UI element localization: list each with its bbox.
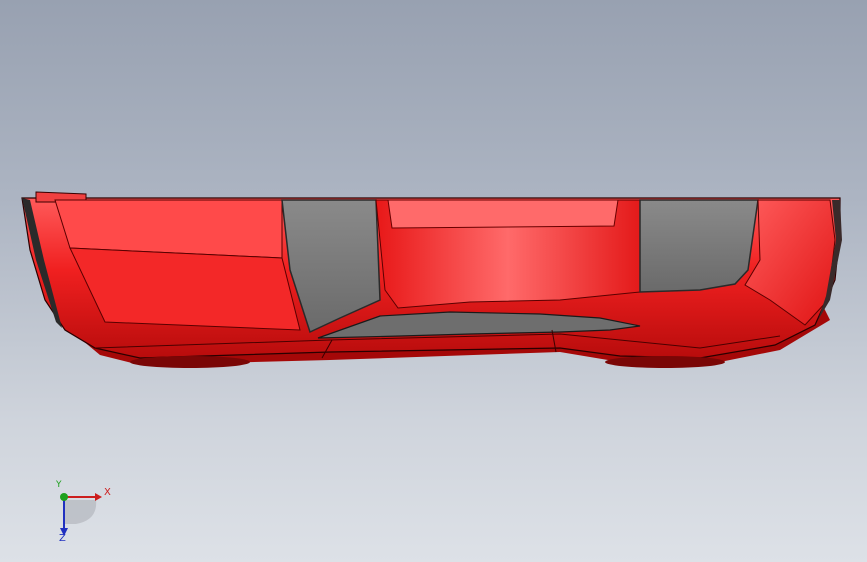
orientation-triad[interactable]: X Y Z <box>40 478 130 548</box>
triad-shadow <box>64 500 97 524</box>
y-axis-dot <box>60 493 68 501</box>
triad-graphic <box>60 493 102 536</box>
rear-wheel-arch <box>130 356 250 368</box>
z-axis-label: Z <box>59 533 66 544</box>
roof-insert <box>387 199 619 229</box>
rear-fender <box>69 247 301 331</box>
x-axis-arrow <box>95 493 102 501</box>
x-axis-label: X <box>104 487 111 498</box>
graphics-viewport[interactable]: X Y Z <box>0 0 867 562</box>
y-axis-label: Y <box>56 480 62 490</box>
front-wheel-arch <box>605 356 725 368</box>
car-body-model[interactable] <box>0 0 867 562</box>
windshield <box>639 199 759 293</box>
